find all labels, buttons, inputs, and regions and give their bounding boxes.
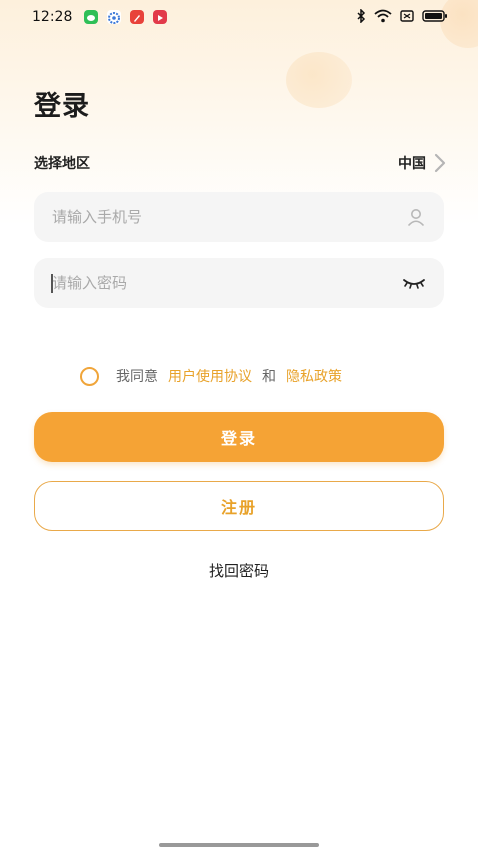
video-app-icon bbox=[153, 10, 168, 24]
agreement-prefix: 我同意 bbox=[116, 369, 158, 385]
agreement-and: 和 bbox=[262, 369, 276, 385]
home-indicator[interactable] bbox=[159, 843, 319, 847]
page-title: 登录 bbox=[34, 91, 90, 122]
region-value: 中国 bbox=[398, 156, 426, 172]
chevron-right-icon bbox=[434, 153, 446, 173]
terms-link[interactable]: 用户使用协议 bbox=[168, 366, 252, 386]
region-value-wrap[interactable]: 中国 bbox=[398, 153, 446, 173]
phone-input[interactable] bbox=[52, 208, 406, 226]
decorative-bubble bbox=[286, 52, 352, 108]
phone-field[interactable] bbox=[34, 192, 444, 242]
password-field[interactable] bbox=[34, 258, 444, 308]
settings-app-icon bbox=[107, 10, 122, 24]
login-button-label: 登录 bbox=[220, 429, 257, 448]
status-icons bbox=[356, 9, 448, 23]
user-icon bbox=[407, 209, 425, 227]
region-selector[interactable]: 选择地区 中国 bbox=[34, 150, 446, 176]
sim-icon bbox=[400, 10, 414, 22]
wifi-icon bbox=[374, 9, 392, 23]
register-button[interactable]: 注册 bbox=[34, 481, 444, 531]
wechat-icon bbox=[84, 10, 99, 24]
password-input[interactable] bbox=[52, 274, 402, 292]
battery-icon bbox=[422, 10, 447, 22]
text-cursor bbox=[51, 274, 53, 293]
agreement-checkbox[interactable] bbox=[80, 366, 99, 386]
login-button[interactable]: 登录 bbox=[34, 412, 444, 462]
bluetooth-icon bbox=[357, 9, 366, 23]
register-button-label: 注册 bbox=[220, 498, 257, 517]
eye-closed-icon[interactable] bbox=[402, 276, 426, 290]
status-bar: 12:28 bbox=[0, 0, 478, 34]
agreement-row: 我同意 用户使用协议 和 隐私政策 bbox=[80, 364, 352, 388]
region-label: 选择地区 bbox=[34, 156, 90, 172]
forgot-password-link[interactable]: 找回密码 bbox=[0, 560, 478, 581]
red-app-icon bbox=[130, 10, 145, 24]
privacy-link[interactable]: 隐私政策 bbox=[286, 366, 342, 386]
status-time: 12:28 bbox=[32, 9, 73, 25]
